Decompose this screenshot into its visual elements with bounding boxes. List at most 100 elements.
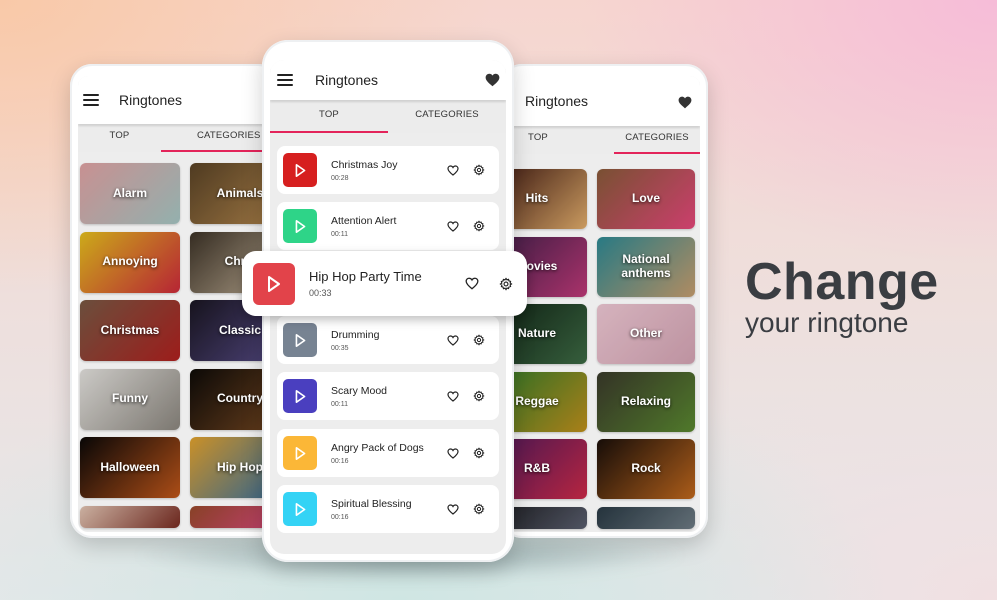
- category-label: Classic: [218, 322, 262, 337]
- left-tabs: TOP CATEGORIES: [78, 124, 280, 152]
- category-tile[interactable]: Halloween: [80, 437, 180, 498]
- ringtone-title: Hip Hop Party Time: [309, 269, 422, 284]
- category-tile[interactable]: Christmas: [80, 300, 180, 361]
- ringtone-row[interactable]: Angry Pack of Dogs 00:16: [277, 429, 499, 477]
- tab-categories-label: CATEGORIES: [415, 109, 479, 120]
- center-tabs: TOP CATEGORIES: [270, 100, 506, 133]
- category-tile[interactable]: Alarm: [80, 163, 180, 224]
- settings-gear-icon[interactable]: [473, 447, 485, 459]
- tab-categories[interactable]: CATEGORIES: [388, 100, 506, 133]
- tab-categories-label: CATEGORIES: [197, 130, 261, 141]
- favorites-heart-icon[interactable]: [678, 96, 692, 109]
- play-icon: [295, 333, 305, 347]
- tab-top[interactable]: TOP: [78, 124, 161, 152]
- right-tabs: TOP CATEGORIES: [500, 126, 700, 154]
- right-screen: Ringtones TOP CATEGORIES Hits Love Movies N…: [500, 76, 700, 532]
- category-tile[interactable]: Funny: [80, 368, 180, 430]
- ringtone-duration: 00:28: [331, 174, 349, 182]
- settings-gear-icon[interactable]: [473, 164, 485, 176]
- settings-gear-icon[interactable]: [473, 503, 485, 515]
- ringtone-row[interactable]: Christmas Joy 00:28: [277, 146, 499, 194]
- play-button[interactable]: [283, 323, 317, 357]
- play-button[interactable]: [283, 153, 317, 187]
- headline-title: Change: [745, 253, 939, 311]
- ringtone-duration: 00:16: [331, 513, 349, 521]
- settings-gear-icon[interactable]: [473, 334, 485, 346]
- heart-outline-icon[interactable]: [447, 447, 459, 459]
- category-label: National anthems: [621, 251, 671, 280]
- category-tile[interactable]: Relaxing: [597, 371, 695, 432]
- category-label: Funny: [112, 391, 148, 406]
- right-app-bar: Ringtones: [500, 76, 700, 126]
- row-actions: [447, 447, 485, 459]
- ringtone-title: Scary Mood: [331, 384, 388, 397]
- heart-outline-icon[interactable]: [447, 164, 459, 176]
- heart-outline-icon[interactable]: [447, 503, 459, 515]
- promo-headline: Change your ringtone: [745, 256, 939, 337]
- category-label: Rock: [631, 461, 661, 476]
- settings-gear-icon[interactable]: [473, 390, 485, 402]
- category-label: Hits: [525, 191, 549, 206]
- category-label: R&B: [524, 461, 550, 476]
- app-title: Ringtones: [315, 72, 379, 88]
- tab-top-label: TOP: [528, 132, 548, 143]
- category-label: Hip Hop: [217, 459, 263, 474]
- ringtone-info: Angry Pack of Dogs 00:16: [331, 442, 447, 465]
- app-title: Ringtones: [525, 93, 589, 109]
- play-icon: [295, 219, 305, 233]
- heart-outline-icon[interactable]: [447, 220, 459, 232]
- heart-outline-icon[interactable]: [447, 390, 459, 402]
- left-app-bar: Ringtones: [78, 76, 280, 124]
- ringtone-title: Attention Alert: [331, 214, 397, 227]
- play-icon: [295, 502, 305, 516]
- row-actions: [447, 390, 485, 402]
- category-label: Annoying: [102, 254, 158, 269]
- right-phone: Ringtones TOP CATEGORIES Hits Love Movies N…: [500, 64, 708, 538]
- category-label: Other: [629, 326, 662, 341]
- row-actions: [447, 503, 485, 515]
- ringtone-info: Drumming 00:35: [331, 329, 447, 352]
- row-actions: [447, 220, 485, 232]
- settings-gear-icon[interactable]: [499, 276, 513, 291]
- play-icon: [295, 389, 305, 403]
- favorites-heart-icon[interactable]: [485, 73, 500, 87]
- category-tile[interactable]: Rock: [597, 439, 695, 499]
- ringtone-row[interactable]: Scary Mood 00:11: [277, 372, 499, 420]
- ringtone-duration: 00:11: [331, 400, 348, 408]
- headline-subtitle: your ringtone: [745, 307, 909, 338]
- ringtone-duration: 00:16: [331, 457, 349, 465]
- ringtone-info: Scary Mood 00:11: [331, 385, 447, 408]
- ringtone-title: Drumming: [331, 328, 380, 341]
- play-button[interactable]: [283, 436, 317, 470]
- category-tile[interactable]: [597, 506, 695, 529]
- category-tile[interactable]: Love: [597, 169, 695, 229]
- menu-icon[interactable]: [83, 94, 99, 106]
- ringtone-row[interactable]: Attention Alert 00:11: [277, 202, 499, 250]
- tab-top[interactable]: TOP: [500, 126, 614, 154]
- play-button[interactable]: [253, 262, 295, 305]
- row-actions: [447, 164, 485, 176]
- ringtone-row[interactable]: Drumming 00:35: [277, 316, 499, 364]
- tab-top[interactable]: TOP: [270, 100, 388, 133]
- play-button[interactable]: [283, 492, 317, 526]
- tab-top-label: TOP: [319, 109, 339, 120]
- play-button[interactable]: [283, 379, 317, 413]
- category-tile[interactable]: Other: [597, 304, 695, 364]
- category-tile[interactable]: National anthems: [597, 236, 695, 297]
- ringtone-info: Christmas Joy 00:28: [331, 159, 447, 182]
- tab-categories[interactable]: CATEGORIES: [614, 126, 700, 154]
- heart-outline-icon[interactable]: [447, 334, 459, 346]
- heart-outline-icon[interactable]: [465, 277, 479, 290]
- category-label: Relaxing: [620, 393, 671, 408]
- category-label: Animals: [216, 185, 264, 200]
- ringtone-title: Christmas Joy: [331, 158, 398, 171]
- menu-icon[interactable]: [277, 74, 293, 86]
- category-tile[interactable]: [80, 505, 180, 528]
- ringtone-row[interactable]: Spiritual Blessing 00:16: [277, 485, 499, 533]
- play-button[interactable]: [283, 209, 317, 243]
- category-tile[interactable]: Annoying: [80, 231, 180, 293]
- settings-gear-icon[interactable]: [473, 220, 485, 232]
- app-title: Ringtones: [119, 92, 183, 108]
- ringtone-info: Hip Hop Party Time 00:33: [309, 269, 465, 298]
- highlighted-ringtone[interactable]: Hip Hop Party Time 00:33: [242, 251, 527, 316]
